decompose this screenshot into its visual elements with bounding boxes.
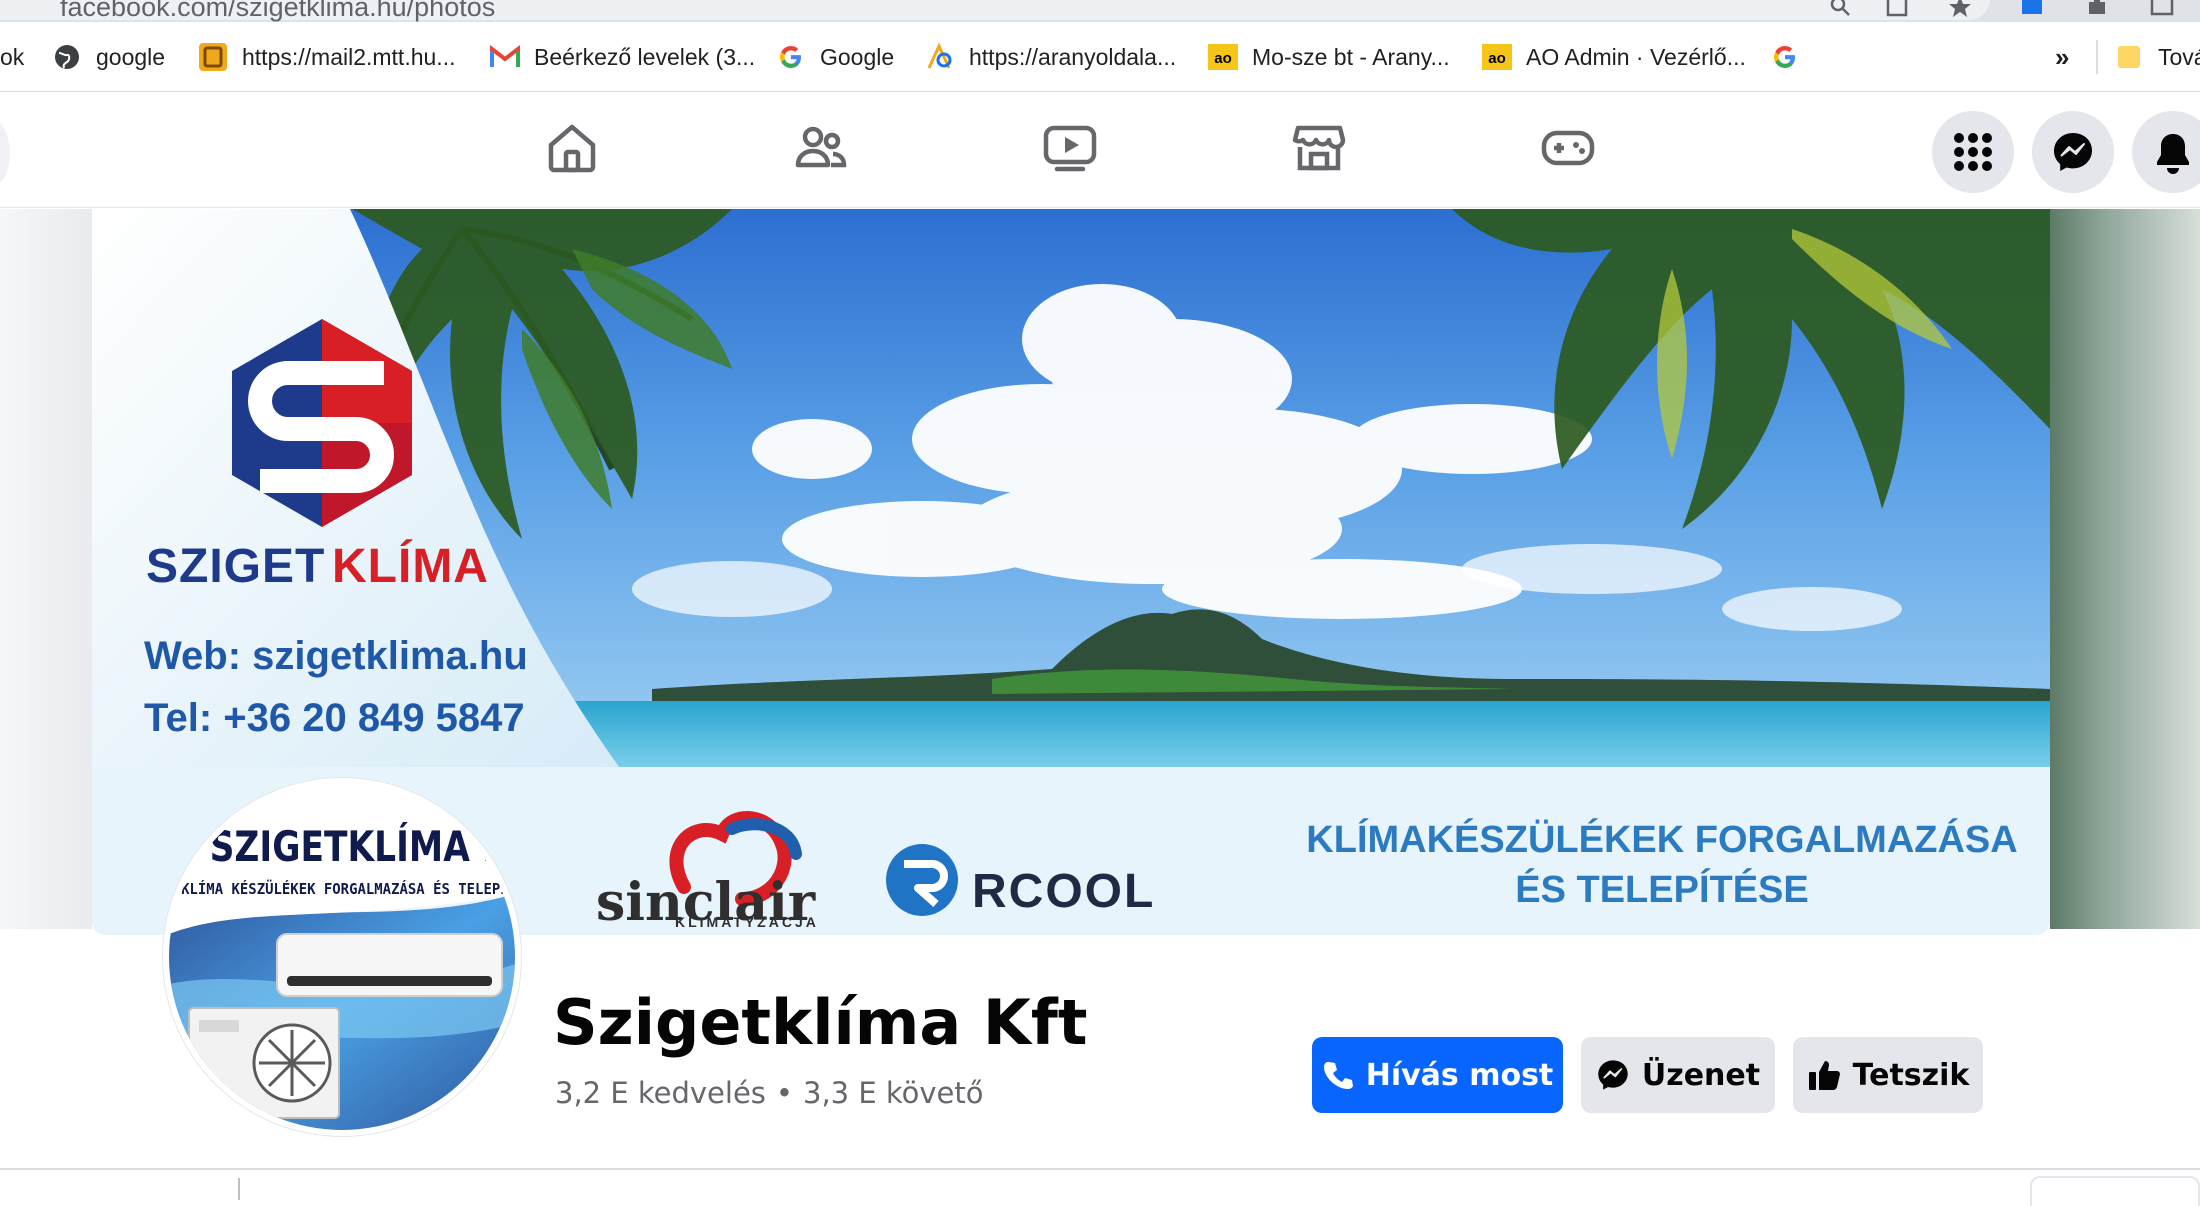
page-title: Szigetklíma Kft xyxy=(553,986,1088,1059)
notifications-button[interactable] xyxy=(2132,111,2200,193)
call-now-button[interactable]: Hívás most xyxy=(1312,1037,1563,1113)
bookmark-label: Google xyxy=(820,43,895,70)
messenger-button[interactable] xyxy=(2032,111,2114,193)
message-label: Üzenet xyxy=(1641,1057,1761,1093)
bookmark-mo-sze[interactable]: ao Mo-sze bt - Arany... xyxy=(1208,40,1450,74)
search-button-edge[interactable] xyxy=(0,118,10,188)
nav-home-tab[interactable] xyxy=(527,115,617,179)
right-page-shade xyxy=(2050,209,2200,929)
profile-picture[interactable]: SZIGETKLÍMA KFT. KLÍMA KÉSZÜLÉKEK FORGAL… xyxy=(163,778,521,1136)
like-label: Tetszik xyxy=(1852,1057,1970,1093)
profile-picture-subtitle: KLÍMA KÉSZÜLÉKEK FORGALMAZÁSA ÉS TELEPÍT… xyxy=(181,880,521,898)
aranyoldalak-icon xyxy=(925,42,955,72)
svg-text:ao: ao xyxy=(1214,50,1232,67)
facebook-top-nav xyxy=(0,93,2200,208)
messenger-icon xyxy=(1596,1058,1630,1092)
bookmark-label: Beérkező levelek (3... xyxy=(534,43,756,70)
phone-icon xyxy=(1322,1059,1354,1091)
nav-friends-tab[interactable] xyxy=(776,115,866,179)
bookmark-aranyoldalak[interactable]: https://aranyoldala... xyxy=(925,40,1176,74)
gaming-icon xyxy=(1541,130,1595,166)
puzzle-icon[interactable] xyxy=(2085,0,2109,18)
globe-icon xyxy=(52,42,82,72)
address-bar-url[interactable]: facebook.com/szigetklima.hu/photos xyxy=(60,0,495,23)
bookmark-mail-mtt[interactable]: https://mail2.mtt.hu... xyxy=(198,40,455,74)
cover-tagline-line1: KLÍMAKÉSZÜLÉKEK FORGALMAZÁSA xyxy=(1306,819,2018,861)
page-likes-count[interactable]: 3,2 E kedvelés xyxy=(555,1076,766,1110)
profile-header-divider xyxy=(0,1168,2200,1170)
bookmarks-bar: ok google https://mail2.mtt.hu... Beérke… xyxy=(0,22,2200,92)
search-icon[interactable] xyxy=(1828,0,1852,18)
nav-marketplace-tab[interactable] xyxy=(1274,115,1364,179)
watch-icon xyxy=(1043,125,1097,172)
cover-brand-name-part1: SZIGET xyxy=(146,540,326,593)
bookmark-label: https://mail2.mtt.hu... xyxy=(242,43,456,70)
svg-text:ao: ao xyxy=(1488,50,1506,67)
google-icon xyxy=(776,42,806,72)
cover-tagline-line2: ÉS TELEPÍTÉSE xyxy=(1515,869,1809,911)
more-options-tab[interactable] xyxy=(2030,1176,2200,1206)
google-icon xyxy=(1770,42,1800,72)
profile-picture-title: SZIGETKLÍMA KFT. xyxy=(209,822,515,871)
menu-button[interactable] xyxy=(1932,111,2014,193)
bookmark-ok[interactable]: ok xyxy=(0,40,24,74)
cover-website: Web: szigetklima.hu xyxy=(144,634,528,678)
bookmark-label: Mo-sze bt - Arany... xyxy=(1252,43,1450,70)
ao-icon: ao xyxy=(1208,42,1238,72)
folder-icon xyxy=(2114,42,2144,72)
left-page-shade xyxy=(0,209,92,929)
message-button[interactable]: Üzenet xyxy=(1581,1037,1775,1113)
sinclair-logo-subtext: KLIMATYZACJA xyxy=(675,914,819,930)
bookmark-gmail[interactable]: Beérkező levelek (3... xyxy=(490,40,755,74)
marketplace-icon xyxy=(1292,125,1346,171)
cover-phone: Tel: +36 20 849 5847 xyxy=(144,696,525,740)
messenger-icon xyxy=(2054,133,2092,171)
stats-separator: • xyxy=(775,1076,794,1110)
bookmark-google-2[interactable] xyxy=(1770,40,1814,74)
page-stats: 3,2 E kedvelés • 3,3 E követő xyxy=(555,1076,984,1110)
tab-separator xyxy=(238,1178,240,1200)
bookmark-google[interactable]: Google xyxy=(776,40,894,74)
thumbs-up-icon xyxy=(1807,1058,1841,1092)
notifications-icon xyxy=(2157,134,2189,174)
nav-watch-tab[interactable] xyxy=(1025,115,1115,179)
bookmark-label: https://aranyoldala... xyxy=(969,43,1177,70)
sidebar-icon[interactable] xyxy=(2150,0,2174,18)
other-bookmarks-folder[interactable]: Tová xyxy=(2096,40,2200,74)
menu-grid-icon xyxy=(1954,133,1992,171)
nav-gaming-tab[interactable] xyxy=(1523,115,1613,179)
call-now-label: Hívás most xyxy=(1365,1057,1554,1093)
bookmark-google-globe[interactable]: google xyxy=(52,40,165,74)
rcool-logo-text: RCOOL xyxy=(972,865,1156,918)
home-icon xyxy=(548,124,596,173)
other-bookmarks-label: Tová xyxy=(2158,43,2200,70)
bookmark-ao-admin[interactable]: ao AO Admin · Vezérlő... xyxy=(1482,40,1746,74)
extension-icon[interactable] xyxy=(2020,0,2044,18)
mail-favicon xyxy=(198,42,228,72)
friends-icon xyxy=(795,126,847,168)
page-followers-count[interactable]: 3,3 E követő xyxy=(803,1076,984,1110)
bookmarks-overflow-label: » xyxy=(2055,41,2070,72)
bookmark-label: ok xyxy=(0,43,25,70)
bookmarks-overflow-button[interactable]: » xyxy=(2055,40,2069,74)
bookmark-label: AO Admin · Vezérlő... xyxy=(1526,43,1746,70)
bookmark-star-icon[interactable] xyxy=(1948,0,1972,18)
cover-brand-name-part2: KLÍMA xyxy=(332,540,489,593)
ao-icon: ao xyxy=(1482,42,1512,72)
browser-address-strip: facebook.com/szigetklima.hu/photos xyxy=(0,0,2200,22)
share-icon[interactable] xyxy=(1885,0,1909,18)
like-button[interactable]: Tetszik xyxy=(1793,1037,1983,1113)
bookmark-label: google xyxy=(96,43,166,70)
gmail-icon xyxy=(490,42,520,72)
